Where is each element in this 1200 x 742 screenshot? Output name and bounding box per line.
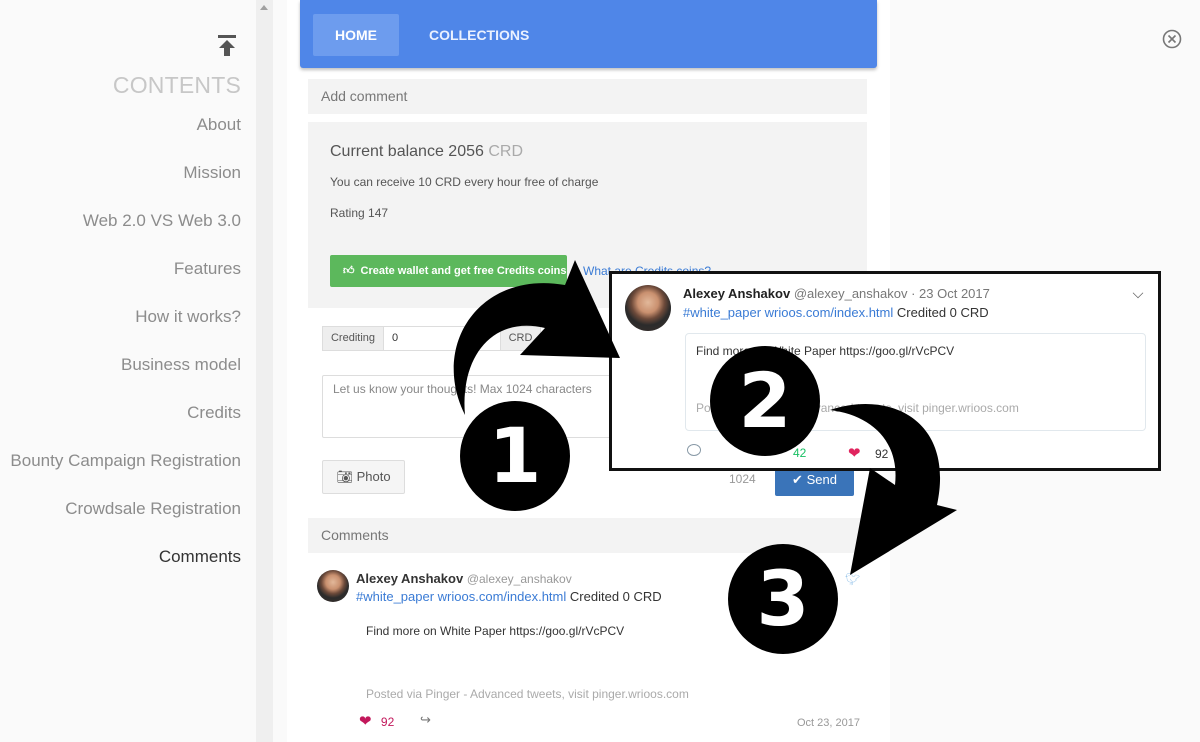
- tweet-white-paper-link[interactable]: #white_paper wrioos.com/index.html: [683, 305, 893, 320]
- like-button[interactable]: ❤ 92: [359, 712, 394, 730]
- rating: Rating 147: [330, 206, 389, 220]
- author-name: Alexey Anshakov: [356, 571, 464, 586]
- tweet-author: Alexey Anshakov @alexey_anshakov · 23 Oc…: [683, 286, 990, 301]
- scroll-up-arrow-icon[interactable]: [260, 5, 268, 10]
- heart-icon: ❤: [359, 713, 372, 730]
- annotation-arrow-1-icon: [453, 260, 620, 415]
- camera-icon: 📷︎: [336, 469, 353, 484]
- comment-body: Find more on White Paper https://goo.gl/…: [366, 624, 625, 638]
- balance-value: Current balance 2056: [330, 143, 484, 160]
- badge-2: 2: [710, 346, 820, 456]
- reply-icon[interactable]: [687, 444, 701, 456]
- badge-3: 3: [728, 544, 838, 654]
- free-crd-text: You can receive 10 CRD every hour free o…: [330, 175, 599, 189]
- thumbs-up-icon: 👍︎: [343, 265, 355, 277]
- photo-button[interactable]: 📷︎ Photo: [322, 460, 405, 494]
- checkmark-icon: ✔: [792, 472, 803, 487]
- balance-unit: CRD: [488, 143, 524, 160]
- current-balance: Current balance 2056 CRD: [330, 143, 523, 161]
- sidebar-item-mission[interactable]: Mission: [183, 163, 241, 183]
- sidebar-item-about[interactable]: About: [197, 115, 241, 135]
- sidebar-item-bounty-campaign[interactable]: Bounty Campaign Registration: [10, 451, 241, 471]
- retweet-count[interactable]: 42: [793, 446, 806, 460]
- author-handle[interactable]: @alexey_anshakov: [467, 572, 572, 586]
- annotation-arrow-2-icon: [830, 404, 957, 575]
- chevron-down-icon[interactable]: [1132, 287, 1144, 299]
- share-icon[interactable]: ↪: [420, 712, 431, 728]
- credited-text: Credited 0 CRD: [569, 589, 662, 604]
- sidebar-item-crowdsale[interactable]: Crowdsale Registration: [65, 499, 241, 519]
- comment-meta: #white_paper wrioos.com/index.html Credi…: [356, 589, 662, 604]
- scroll-to-top-icon[interactable]: [215, 33, 239, 57]
- tweet-credited: Credited 0 CRD: [896, 305, 989, 320]
- sidebar-item-credits[interactable]: Credits: [187, 403, 241, 423]
- white-paper-link[interactable]: #white_paper wrioos.com/index.html: [356, 589, 566, 604]
- scrollbar[interactable]: [256, 0, 273, 742]
- sidebar-item-features[interactable]: Features: [174, 259, 241, 279]
- sidebar-item-web2-vs-web3[interactable]: Web 2.0 VS Web 3.0: [83, 211, 241, 231]
- contents-title: CONTENTS: [112, 72, 241, 98]
- close-icon[interactable]: [1161, 28, 1183, 50]
- tab-collections[interactable]: COLLECTIONS: [407, 14, 551, 56]
- comment-author: Alexey Anshakov @alexey_anshakov: [356, 571, 572, 586]
- tweet-date: · 23 Oct 2017: [911, 286, 990, 301]
- add-comment-header: Add comment: [308, 79, 867, 114]
- like-count: 92: [380, 715, 395, 729]
- tweet-meta: #white_paper wrioos.com/index.html Credi…: [683, 305, 989, 320]
- posted-via: Posted via Pinger - Advanced tweets, vis…: [366, 687, 689, 701]
- sidebar-item-comments[interactable]: Comments: [159, 547, 241, 567]
- sidebar-item-business-model[interactable]: Business model: [121, 355, 241, 375]
- sidebar-item-how-it-works[interactable]: How it works?: [135, 307, 241, 327]
- comment-date: Oct 23, 2017: [797, 717, 860, 729]
- tab-home[interactable]: HOME: [313, 14, 399, 56]
- tab-bar: HOME COLLECTIONS: [300, 0, 877, 68]
- tweet-author-name: Alexey Anshakov: [683, 286, 791, 301]
- char-count: 1024: [729, 472, 756, 486]
- sidebar: CONTENTS About Mission Web 2.0 VS Web 3.…: [0, 0, 256, 742]
- badge-1: 1: [460, 401, 570, 511]
- avatar: [317, 570, 349, 602]
- photo-label: Photo: [356, 469, 391, 484]
- tweet-author-handle[interactable]: @alexey_anshakov: [794, 286, 908, 301]
- crediting-label: Crediting: [322, 326, 384, 351]
